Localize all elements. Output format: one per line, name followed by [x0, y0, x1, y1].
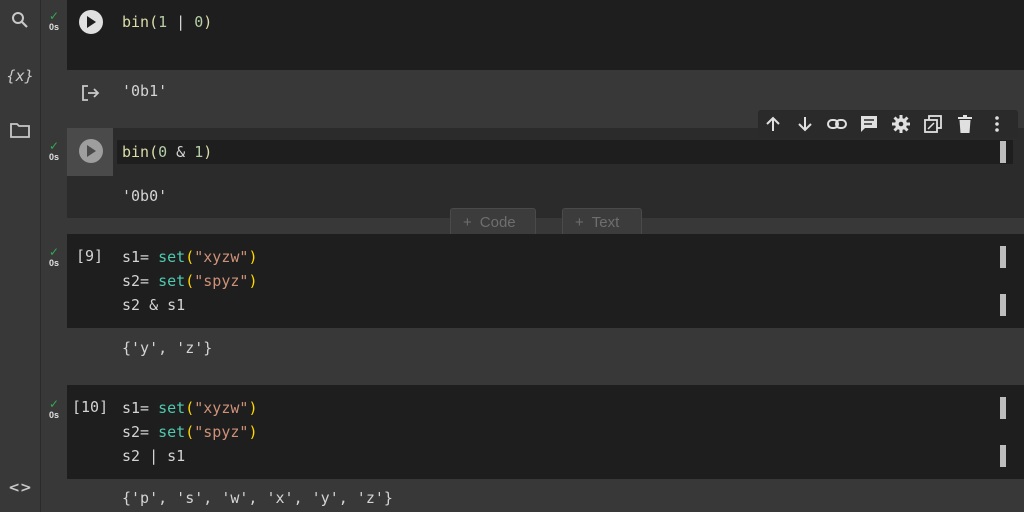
code-snippets-icon[interactable]: <>: [8, 476, 32, 500]
code-line[interactable]: s2 & s1: [122, 295, 185, 315]
search-icon[interactable]: [8, 8, 32, 32]
cell-output-2: '0b0': [67, 176, 1024, 218]
add-code-label: Code: [479, 213, 516, 231]
check-icon: ✓: [48, 139, 60, 153]
scrollbar[interactable]: [1000, 445, 1006, 467]
code-line[interactable]: s1= set("xyzw"): [122, 398, 257, 418]
output-text: '0b1': [122, 82, 168, 100]
code-cell-3[interactable]: [9] s1= set("xyzw") s2= set("spyz") s2 &…: [67, 234, 1024, 328]
delete-icon[interactable]: [955, 114, 975, 134]
code-line[interactable]: s2 | s1: [122, 446, 185, 466]
link-icon[interactable]: [827, 114, 847, 134]
output-text: '0b0': [122, 187, 168, 205]
code-line[interactable]: s2= set("spyz"): [122, 271, 257, 291]
cell-status: ✓ 0s: [43, 398, 65, 420]
cell-toolbar: [758, 110, 1018, 138]
check-icon: ✓: [48, 397, 60, 411]
add-text-button[interactable]: + Text: [562, 208, 642, 236]
mirror-cell-icon[interactable]: [923, 114, 943, 134]
cell-status: ✓ 0s: [43, 140, 65, 162]
scrollbar[interactable]: [1000, 294, 1006, 316]
scrollbar[interactable]: [1000, 397, 1006, 419]
cell-status: ✓ 0s: [43, 10, 65, 32]
variables-icon[interactable]: {x}: [6, 64, 34, 88]
arrow-up-icon[interactable]: [763, 114, 783, 134]
scrollbar[interactable]: [1000, 141, 1006, 163]
check-icon: ✓: [48, 245, 60, 259]
folder-icon[interactable]: [8, 118, 32, 142]
check-icon: ✓: [48, 9, 60, 23]
code-line[interactable]: s2= set("spyz"): [122, 422, 257, 442]
run-cell-button[interactable]: [79, 10, 103, 34]
execution-time: 0s: [48, 258, 59, 268]
execution-count: [9]: [76, 247, 104, 265]
execution-time: 0s: [48, 22, 59, 32]
comment-icon[interactable]: [859, 114, 879, 134]
code-editor[interactable]: [117, 140, 1013, 164]
left-sidebar: {x} <>: [0, 0, 41, 512]
cell-output-4: {'p', 's', 'w', 'x', 'y', 'z'}: [67, 479, 1024, 512]
cell-status: ✓ 0s: [43, 246, 65, 268]
cell-output-3: {'y', 'z'}: [67, 328, 1024, 384]
play-icon: [87, 145, 96, 157]
execution-count: [10]: [72, 398, 109, 416]
play-icon: [87, 16, 96, 28]
scrollbar[interactable]: [1000, 246, 1006, 268]
output-redirect-icon[interactable]: [81, 84, 101, 106]
code-cell-1[interactable]: bin(1 | 0): [67, 0, 1024, 70]
run-cell-button[interactable]: [79, 139, 103, 163]
code-line[interactable]: s1= set("xyzw"): [122, 247, 257, 267]
more-icon[interactable]: [987, 114, 1007, 134]
plus-icon: +: [575, 213, 584, 231]
execution-time: 0s: [48, 152, 59, 162]
code-line[interactable]: bin(0 & 1): [122, 142, 212, 162]
plus-icon: +: [463, 213, 472, 231]
arrow-down-icon[interactable]: [795, 114, 815, 134]
output-text: {'y', 'z'}: [122, 339, 213, 357]
code-line[interactable]: bin(1 | 0): [122, 12, 212, 32]
code-cell-4[interactable]: [10] s1= set("xyzw") s2= set("spyz") s2 …: [67, 385, 1024, 479]
settings-icon[interactable]: [891, 114, 911, 134]
add-code-button[interactable]: + Code: [450, 208, 536, 236]
execution-time: 0s: [48, 410, 59, 420]
add-text-label: Text: [591, 213, 620, 231]
output-text: {'p', 's', 'w', 'x', 'y', 'z'}: [122, 489, 393, 507]
